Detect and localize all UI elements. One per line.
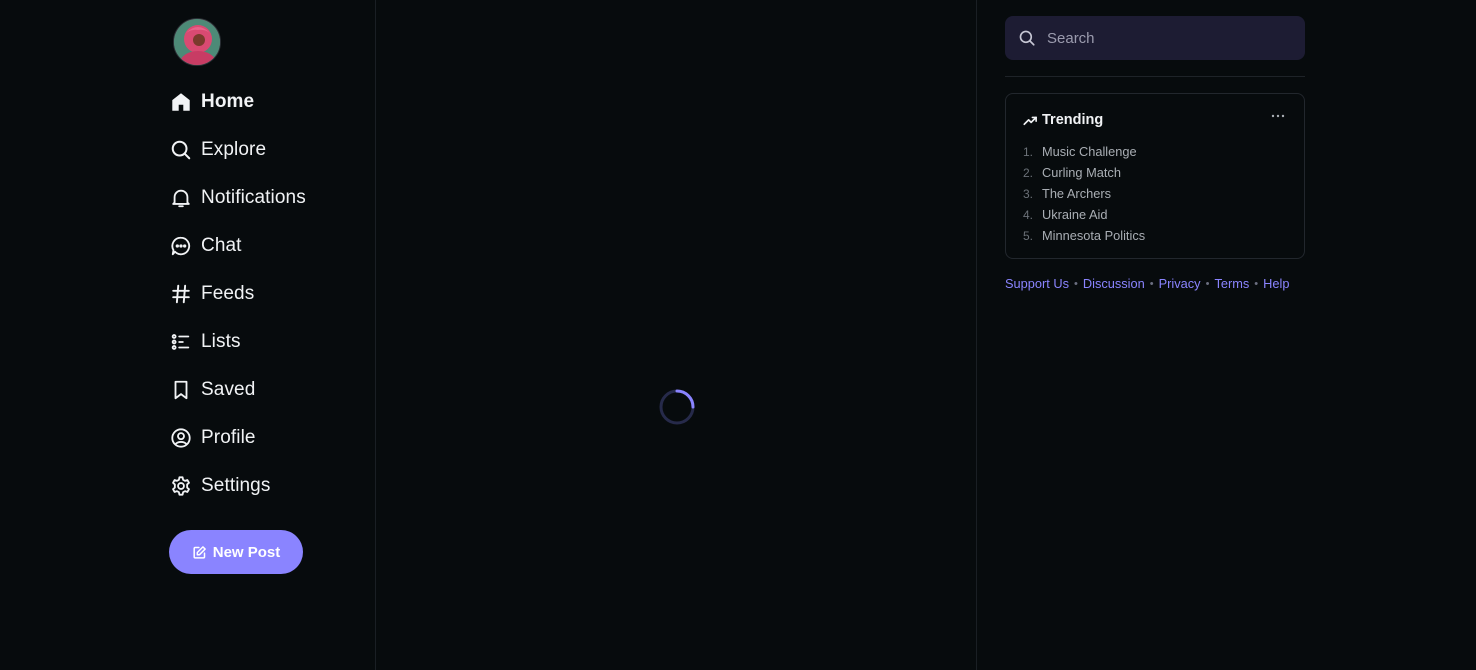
chat-icon [169, 234, 193, 258]
footer-link-terms[interactable]: Terms [1214, 276, 1249, 291]
trending-rank: 3. [1023, 186, 1034, 201]
hashtag-icon [169, 282, 193, 306]
bell-icon [169, 186, 193, 210]
trending-item[interactable]: 4. Ukraine Aid [1023, 204, 1287, 225]
left-nav: Home Explore Notifications Chat Feeds Li… [0, 0, 376, 670]
home-icon [169, 90, 193, 114]
divider [1005, 76, 1305, 77]
search-icon [169, 138, 193, 162]
nav-item-feeds[interactable]: Feeds [169, 270, 306, 318]
user-avatar[interactable] [173, 18, 221, 66]
trending-up-icon [1023, 113, 1038, 128]
nav-item-saved[interactable]: Saved [169, 366, 306, 414]
trending-rank: 1. [1023, 144, 1034, 159]
search-input[interactable] [1045, 28, 1275, 48]
trending-item[interactable]: 5. Minnesota Politics [1023, 225, 1287, 246]
nav-item-home[interactable]: Home [169, 78, 306, 126]
nav-item-chat[interactable]: Chat [169, 222, 306, 270]
footer-separator: • [1074, 277, 1078, 290]
trending-item[interactable]: 3. The Archers [1023, 183, 1287, 204]
new-post-button[interactable]: New Post [169, 530, 303, 574]
bookmark-icon [169, 378, 193, 402]
trending-list: 1. Music Challenge 2. Curling Match 3. T… [1023, 141, 1287, 246]
nav-item-settings[interactable]: Settings [169, 462, 306, 510]
trending-title: Trending [1042, 112, 1104, 128]
trending-label: The Archers [1042, 186, 1111, 201]
edit-icon [192, 545, 207, 560]
footer-link-help[interactable]: Help [1263, 276, 1289, 291]
footer-separator: • [1149, 277, 1154, 290]
trending-item[interactable]: 1. Music Challenge [1023, 141, 1287, 162]
footer-separator: • [1205, 277, 1210, 290]
footer-link-support[interactable]: Support Us [1005, 276, 1069, 291]
app: Home Explore Notifications Chat Feeds Li… [0, 0, 1476, 670]
trending-label: Ukraine Aid [1042, 207, 1108, 222]
nav-list: Home Explore Notifications Chat Feeds Li… [169, 78, 306, 510]
nav-item-label: Chat [201, 235, 242, 256]
nav-item-label: Saved [201, 379, 256, 400]
nav-item-label: Notifications [201, 187, 306, 208]
nav-item-label: Settings [201, 475, 271, 496]
spinner-icon [659, 389, 695, 425]
main-feed [377, 0, 977, 670]
list-icon [169, 330, 193, 354]
trending-rank: 5. [1023, 228, 1034, 243]
new-post-label: New Post [212, 543, 281, 561]
search-icon [1018, 29, 1036, 47]
trending-label: Curling Match [1042, 165, 1121, 180]
footer-links: Support Us • Discussion • Privacy • Term… [1005, 276, 1289, 291]
trending-rank: 4. [1023, 207, 1034, 222]
footer-link-discussion[interactable]: Discussion [1083, 276, 1145, 291]
footer-link-privacy[interactable]: Privacy [1159, 276, 1201, 291]
search-box[interactable] [1005, 16, 1305, 60]
gear-icon [169, 474, 193, 498]
trending-card: Trending 1. Music Challenge 2. Curling M… [1005, 93, 1305, 259]
trending-item[interactable]: 2. Curling Match [1023, 162, 1287, 183]
trending-label: Music Challenge [1042, 144, 1137, 159]
nav-item-lists[interactable]: Lists [169, 318, 306, 366]
more-options-icon[interactable] [1268, 109, 1288, 123]
nav-item-notifications[interactable]: Notifications [169, 174, 306, 222]
trending-header: Trending [1023, 111, 1287, 129]
nav-item-label: Profile [201, 427, 256, 448]
trending-label: Minnesota Politics [1042, 228, 1146, 243]
nav-item-explore[interactable]: Explore [169, 126, 306, 174]
nav-item-profile[interactable]: Profile [169, 414, 306, 462]
nav-item-label: Explore [201, 139, 267, 160]
user-circle-icon [169, 426, 193, 450]
trending-rank: 2. [1023, 165, 1034, 180]
nav-item-label: Home [201, 91, 255, 112]
nav-item-label: Feeds [201, 283, 255, 304]
nav-item-label: Lists [201, 331, 241, 352]
footer-separator: • [1254, 277, 1259, 290]
